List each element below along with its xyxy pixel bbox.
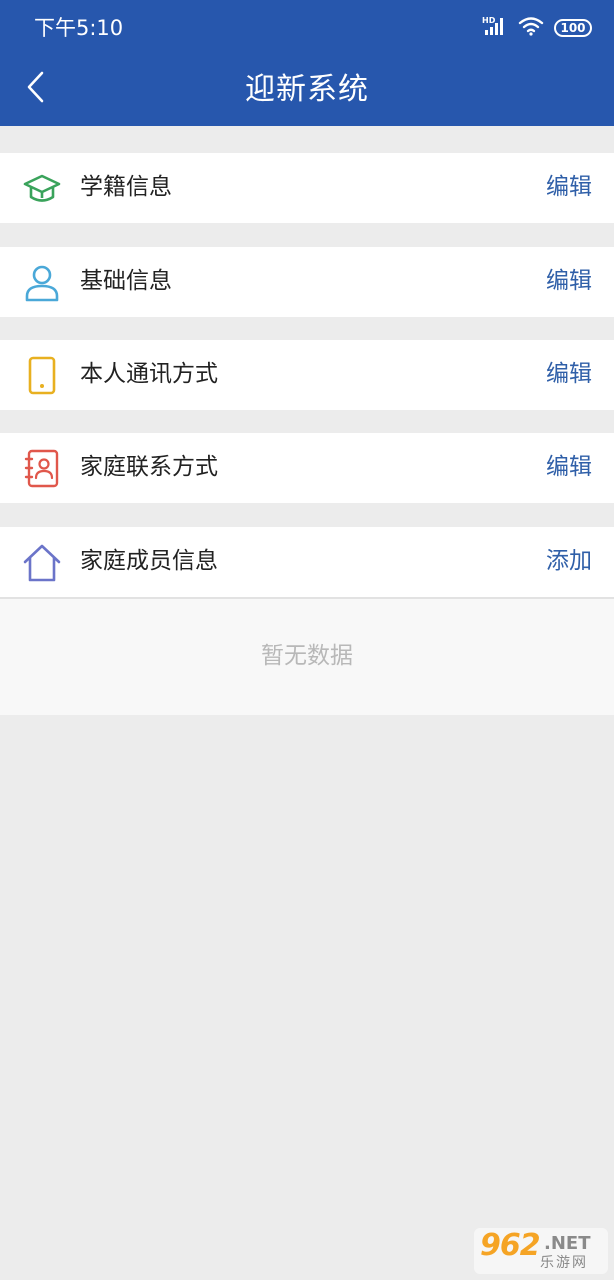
section-label: 本人通讯方式: [80, 361, 218, 387]
status-icons: HD 100: [482, 14, 592, 42]
watermark-logo: 962 .NET 乐游网: [474, 1228, 608, 1274]
edit-family-contact-button[interactable]: 编辑: [546, 450, 592, 484]
section-label: 基础信息: [80, 268, 172, 294]
section-student-status: 学籍信息 编辑: [0, 153, 614, 223]
watermark-site-name: 乐游网: [540, 1255, 588, 1271]
phone-icon: [22, 356, 62, 396]
contact-card-icon: [22, 449, 62, 489]
empty-state-text: 暂无数据: [261, 643, 353, 669]
header: 下午5:10 HD 100 迎新系统: [0, 0, 614, 126]
edit-personal-contact-button[interactable]: 编辑: [546, 357, 592, 391]
edit-basic-info-button[interactable]: 编辑: [546, 264, 592, 298]
section-label: 家庭联系方式: [80, 454, 218, 480]
section-label: 学籍信息: [80, 174, 172, 200]
family-members-empty-panel: 暂无数据: [0, 599, 614, 715]
nav-bar: 迎新系统: [0, 56, 614, 126]
section-basic-info: 基础信息 编辑: [0, 247, 614, 317]
section-personal-contact: 本人通讯方式 编辑: [0, 340, 614, 410]
status-time: 下午5:10: [34, 16, 124, 40]
home-icon: [22, 543, 62, 583]
watermark-number: 962: [480, 1228, 541, 1263]
section-family-contact: 家庭联系方式 编辑: [0, 433, 614, 503]
wifi-icon: [518, 16, 544, 40]
edit-student-status-button[interactable]: 编辑: [546, 170, 592, 204]
person-icon: [22, 263, 62, 303]
hd-signal-icon: HD: [482, 15, 508, 41]
svg-text:HD: HD: [482, 16, 496, 25]
status-bar: 下午5:10 HD 100: [0, 0, 614, 56]
graduation-cap-icon: [22, 169, 62, 209]
page-title: 迎新系统: [245, 72, 369, 107]
battery-icon: 100: [554, 19, 592, 37]
add-family-member-button[interactable]: 添加: [546, 544, 592, 578]
watermark-domain: .NET: [544, 1233, 591, 1254]
section-label: 家庭成员信息: [80, 548, 218, 574]
section-family-members: 家庭成员信息 添加: [0, 527, 614, 597]
app-root: 下午5:10 HD 100 迎新系统 学籍信息 编辑 基础信息 编辑 本人通讯方…: [0, 0, 614, 1280]
